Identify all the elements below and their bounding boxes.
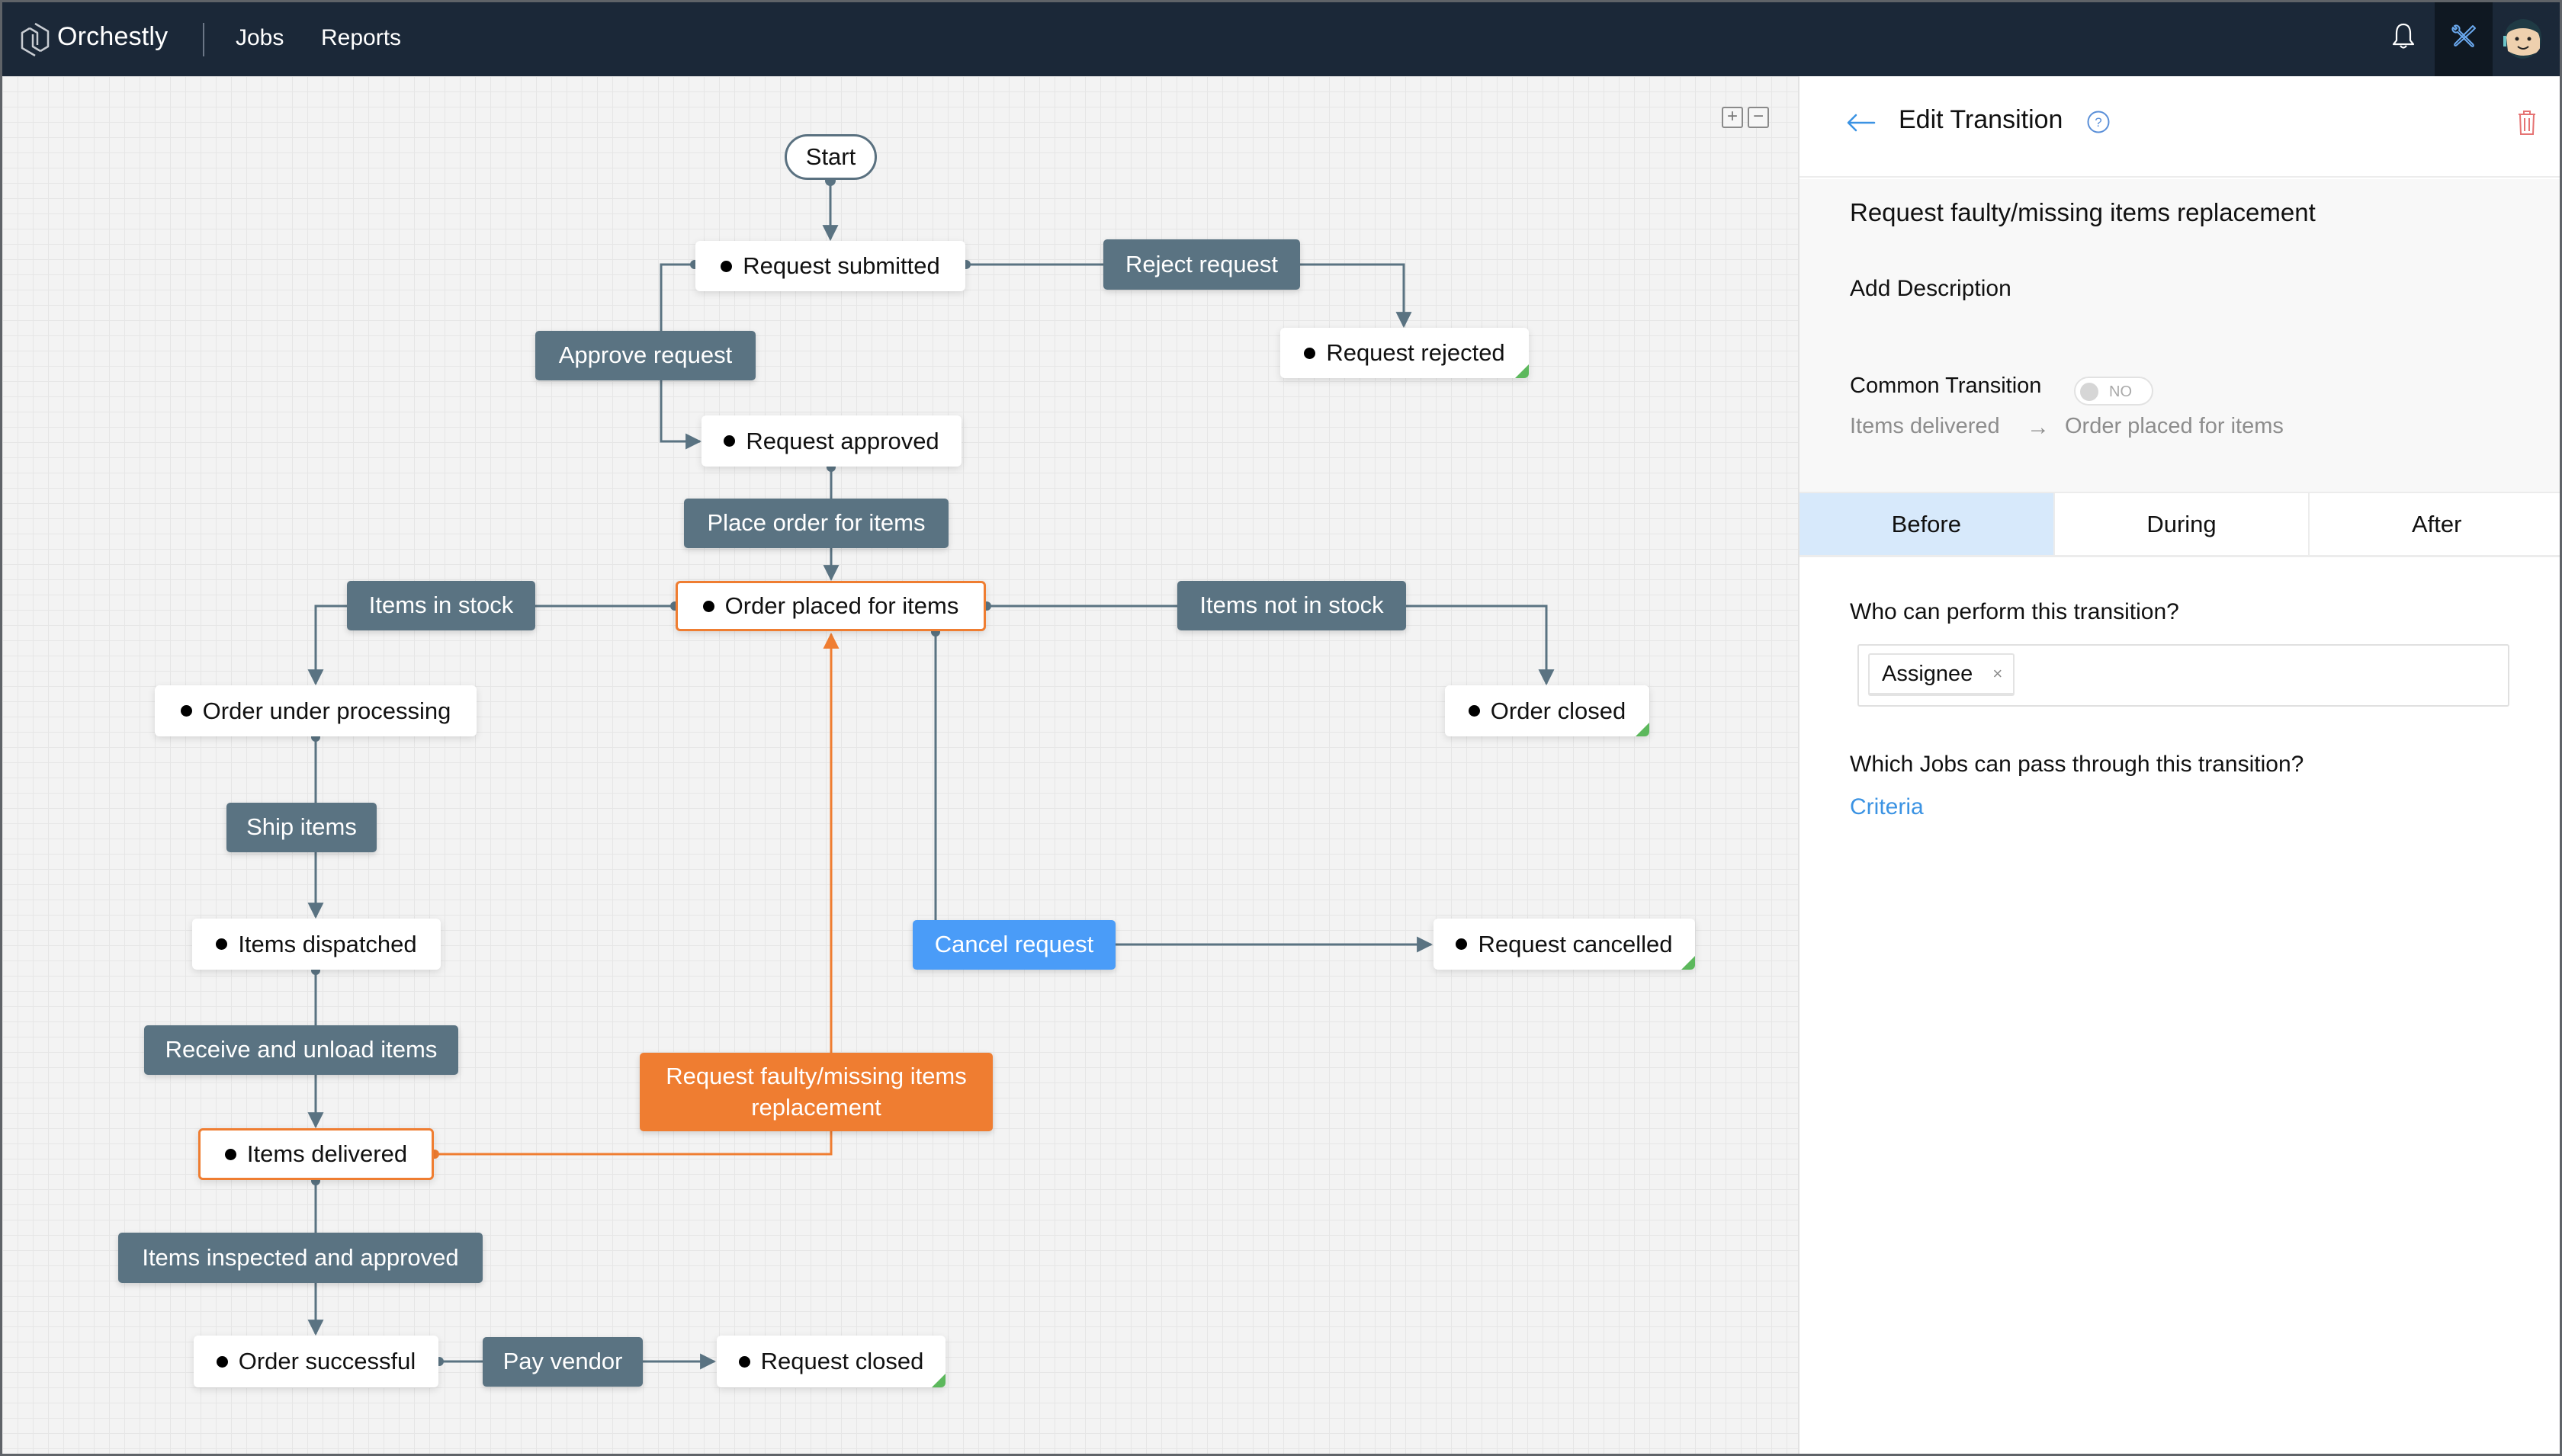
edge-delivered-replacement: [434, 1131, 833, 1156]
brand-name[interactable]: Orchestly: [57, 22, 168, 52]
state-request-cancelled[interactable]: Request cancelled: [1434, 919, 1695, 970]
transition-phase-tabs: Before During After: [1800, 492, 2560, 557]
transition-pay-vendor[interactable]: Pay vendor: [483, 1337, 643, 1387]
transition-place-order[interactable]: Place order for items: [684, 499, 949, 548]
state-label: Order successful: [238, 1348, 416, 1374]
state-dot-icon: [1304, 347, 1316, 359]
transition-cancel-request[interactable]: Cancel request: [913, 920, 1116, 970]
nav-jobs[interactable]: Jobs: [236, 25, 284, 51]
app-window: Orchestly Jobs Reports + − Start Request…: [0, 0, 2562, 1456]
from-state: Items delivered: [1850, 414, 2000, 438]
transition-receive-unload[interactable]: Receive and unload items: [144, 1025, 458, 1075]
state-label: Order closed: [1490, 697, 1626, 724]
state-dot-icon: [1468, 705, 1480, 717]
edge-submitted-approve: [660, 263, 695, 331]
state-dot-icon: [724, 435, 736, 447]
state-label: Order under processing: [202, 697, 451, 724]
tab-after[interactable]: After: [2310, 493, 2560, 555]
state-label: Request approved: [746, 427, 939, 454]
help-icon[interactable]: ?: [2086, 110, 2111, 134]
add-description-link[interactable]: Add Description: [1850, 276, 2011, 302]
notification-bell-icon[interactable]: [2390, 22, 2416, 50]
state-dot-icon: [216, 1355, 228, 1368]
transition-ship-items[interactable]: Ship items: [226, 803, 377, 852]
transition-approve-request[interactable]: Approve request: [535, 331, 756, 380]
criteria-link[interactable]: Criteria: [1850, 794, 1924, 820]
tools-icon: [2451, 24, 2476, 47]
state-request-rejected[interactable]: Request rejected: [1280, 328, 1529, 378]
performer-chip: Assignee ×: [1868, 653, 2015, 696]
avatar-face-icon: [2500, 16, 2543, 59]
state-dot-icon: [1456, 938, 1468, 950]
brand-divider: [203, 23, 204, 56]
state-label: Request cancelled: [1478, 930, 1673, 957]
workflow-canvas[interactable]: + − Start Request submitted Request reje…: [2, 76, 1798, 1454]
state-request-submitted[interactable]: Request submitted: [695, 241, 965, 291]
remove-chip-icon[interactable]: ×: [1992, 664, 2002, 684]
panel-title: Edit Transition: [1899, 105, 2063, 134]
state-items-dispatched[interactable]: Items dispatched: [192, 919, 441, 970]
back-arrow-icon[interactable]: [1845, 111, 1876, 134]
state-order-closed[interactable]: Order closed: [1445, 685, 1649, 736]
state-dot-icon: [216, 938, 228, 950]
to-state: Order placed for items: [2065, 414, 2284, 438]
edge-notinstock-closed: [1406, 605, 1555, 686]
right-arrow-icon: →: [2027, 415, 2050, 440]
transition-reject-request[interactable]: Reject request: [1103, 239, 1300, 290]
who-can-perform-label: Who can perform this transition?: [1850, 599, 2179, 624]
state-items-delivered[interactable]: Items delivered: [198, 1128, 434, 1180]
state-dot-icon: [224, 1148, 236, 1160]
transition-request-replacement[interactable]: Request faulty/missing items replacement: [640, 1053, 993, 1131]
state-label: Order placed for items: [724, 592, 959, 619]
edge-approve-approved: [660, 380, 702, 450]
edge-instock-processing: [307, 605, 347, 686]
state-order-placed[interactable]: Order placed for items: [676, 581, 986, 631]
transition-items-not-in-stock[interactable]: Items not in stock: [1177, 581, 1406, 630]
nav-reports[interactable]: Reports: [321, 25, 401, 51]
state-request-closed[interactable]: Request closed: [717, 1336, 946, 1387]
state-dot-icon: [721, 260, 733, 272]
state-label: Request rejected: [1326, 339, 1505, 366]
state-label: Items dispatched: [238, 930, 417, 957]
which-jobs-label: Which Jobs can pass through this transit…: [1850, 752, 2304, 777]
edit-transition-panel: Edit Transition ? Request faulty/missing…: [1798, 76, 2560, 1454]
common-transition-toggle[interactable]: NO: [2074, 377, 2153, 406]
top-navigation-bar: Orchestly Jobs Reports: [2, 2, 2560, 76]
state-label: Request closed: [760, 1348, 924, 1374]
toggle-knob: [2080, 383, 2098, 401]
tab-before[interactable]: Before: [1800, 493, 2055, 555]
transition-items-inspected[interactable]: Items inspected and approved: [118, 1233, 483, 1283]
state-dot-icon: [180, 705, 192, 717]
toggle-state-text: NO: [2109, 383, 2132, 400]
start-node[interactable]: Start: [785, 134, 877, 180]
state-dot-icon: [702, 600, 714, 612]
state-label: Items delivered: [246, 1140, 408, 1167]
orchestly-logo-icon: [21, 22, 50, 57]
delete-trash-icon[interactable]: [2516, 109, 2538, 136]
edge-reject-rejected: [1300, 263, 1412, 329]
transition-items-in-stock[interactable]: Items in stock: [347, 581, 535, 630]
panel-header: Edit Transition ?: [1800, 76, 2560, 178]
state-dot-icon: [738, 1355, 750, 1368]
user-avatar[interactable]: [2500, 16, 2543, 59]
state-order-successful[interactable]: Order successful: [194, 1336, 438, 1387]
tools-button[interactable]: [2435, 2, 2493, 76]
svg-text:?: ?: [2095, 115, 2101, 130]
state-order-under-processing[interactable]: Order under processing: [155, 685, 477, 736]
chip-label: Assignee: [1882, 661, 1973, 686]
zoom-out-button[interactable]: −: [1748, 107, 1769, 128]
zoom-in-button[interactable]: +: [1722, 107, 1743, 128]
state-label: Request submitted: [743, 252, 940, 279]
transition-name[interactable]: Request faulty/missing items replacement: [1850, 198, 2316, 227]
performers-input[interactable]: Assignee ×: [1857, 644, 2509, 707]
state-request-approved[interactable]: Request approved: [702, 415, 962, 467]
common-transition-label: Common Transition: [1850, 374, 2042, 398]
tab-during[interactable]: During: [2055, 493, 2310, 555]
